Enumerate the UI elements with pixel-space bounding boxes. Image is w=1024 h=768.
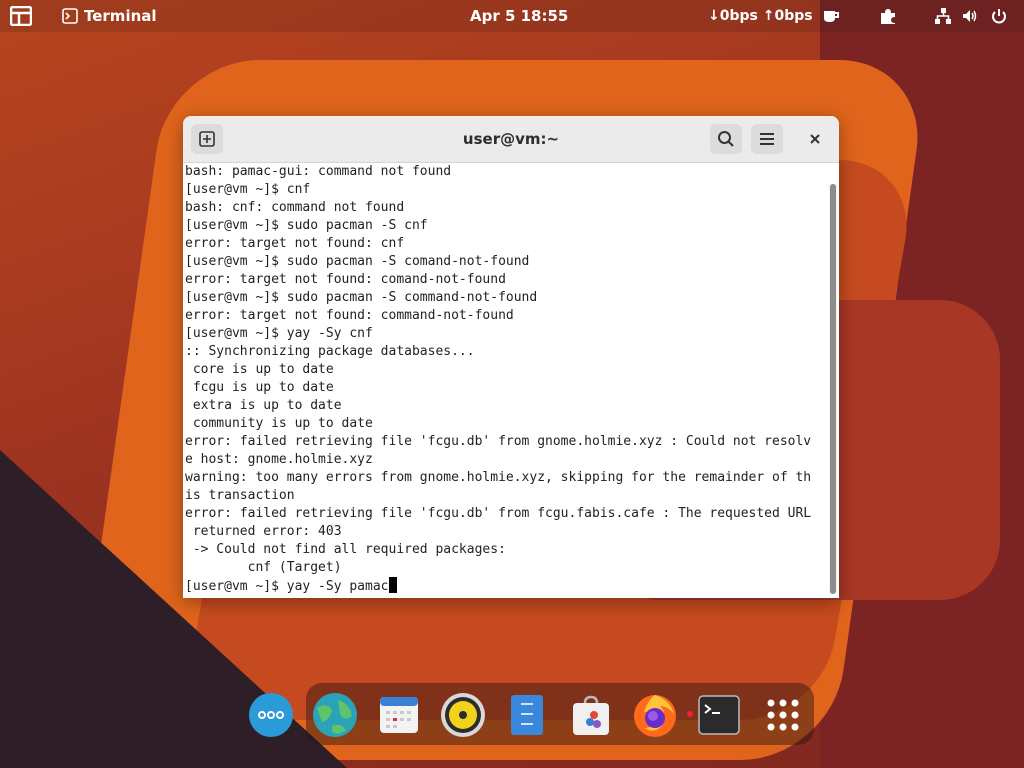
- terminal-output[interactable]: bash: pamac-gui: command not found [user@…: [183, 163, 823, 598]
- terminal-line: [user@vm ~]$ sudo pacman -S cnf: [185, 218, 428, 233]
- terminal-line: [user@vm ~]$ sudo pacman -S comand-not-f…: [185, 254, 530, 269]
- terminal-line: fcgu is up to date: [185, 380, 334, 395]
- coffee-cup-icon[interactable]: [822, 0, 840, 32]
- terminal-line: core is up to date: [185, 362, 334, 377]
- terminal-line: community is up to date: [185, 416, 373, 431]
- browser-globe-icon[interactable]: [312, 692, 358, 738]
- files-icon[interactable]: [504, 692, 550, 738]
- app-name: Terminal: [84, 7, 157, 25]
- terminal-line: [user@vm ~]$ sudo pacman -S command-not-…: [185, 290, 538, 305]
- close-icon: [809, 133, 821, 145]
- music-player-icon[interactable]: [440, 692, 486, 738]
- terminal-line: error: target not found: cnf: [185, 236, 405, 251]
- scrollbar-thumb[interactable]: [830, 184, 836, 594]
- hamburger-menu-icon: [759, 132, 775, 146]
- firefox-icon[interactable]: [632, 692, 678, 738]
- search-icon: [717, 130, 735, 148]
- clock[interactable]: Apr 5 18:55: [470, 0, 568, 32]
- prompt-line[interactable]: [user@vm ~]$ yay -Sy pamac: [183, 577, 823, 595]
- network-icon[interactable]: [934, 0, 952, 32]
- power-icon[interactable]: [990, 0, 1008, 32]
- network-speed[interactable]: ↓0bps ↑0bps: [708, 0, 813, 32]
- calendar-icon[interactable]: [376, 692, 422, 738]
- puzzle-extension-icon[interactable]: [879, 0, 897, 32]
- terminal-line: [user@vm ~]$ yay -Sy cnf: [185, 326, 373, 341]
- menu-button[interactable]: [751, 124, 783, 154]
- scrollbar[interactable]: [829, 184, 837, 594]
- software-store-icon[interactable]: [568, 692, 614, 738]
- top-bar: Terminal Apr 5 18:55 ↓0bps ↑0bps: [0, 0, 1024, 32]
- new-tab-button[interactable]: [191, 124, 223, 154]
- terminal-line: bash: cnf: command not found: [185, 200, 405, 215]
- terminal-line: cnf (Target): [185, 560, 342, 575]
- new-tab-icon: [199, 131, 215, 147]
- prompt-text: [user@vm ~]$ yay -Sy pamac: [185, 579, 389, 594]
- terminal-line: [user@vm ~]$ cnf: [185, 182, 311, 197]
- volume-icon[interactable]: [961, 0, 979, 32]
- output-lines: bash: pamac-gui: command not found [user@…: [183, 163, 823, 577]
- terminal-line: error: failed retrieving file 'fcgu.db' …: [185, 506, 812, 521]
- terminal-icon: [62, 8, 78, 24]
- terminal-line: error: target not found: comand-not-foun…: [185, 272, 506, 287]
- terminal-line: extra is up to date: [185, 398, 342, 413]
- terminal-line: error: failed retrieving file 'fcgu.db' …: [185, 434, 812, 449]
- show-apps-icon[interactable]: [760, 692, 806, 738]
- search-button[interactable]: [710, 124, 742, 154]
- terminal-icon[interactable]: [696, 692, 742, 738]
- running-indicator: [687, 711, 693, 717]
- terminal-line: bash: pamac-gui: command not found: [185, 164, 452, 179]
- terminal-line: e host: gnome.holmie.xyz: [185, 452, 373, 467]
- app-menu[interactable]: Terminal: [62, 0, 157, 32]
- terminal-line: -> Could not find all required packages:: [185, 542, 506, 557]
- activities-grid-icon[interactable]: [10, 0, 32, 32]
- terminal-line: is transaction: [185, 488, 295, 503]
- text-cursor: [388, 577, 397, 593]
- terminal-line: error: target not found: command-not-fou…: [185, 308, 514, 323]
- close-button[interactable]: [799, 124, 831, 154]
- app-grid-icon[interactable]: [248, 692, 294, 738]
- terminal-line: returned error: 403: [185, 524, 342, 539]
- terminal-window[interactable]: user@vm:~ bash: pamac-gui: command not f…: [183, 116, 839, 598]
- window-headerbar[interactable]: user@vm:~: [183, 116, 839, 163]
- terminal-line: :: Synchronizing package databases...: [185, 344, 475, 359]
- terminal-line: warning: too many errors from gnome.holm…: [185, 470, 812, 485]
